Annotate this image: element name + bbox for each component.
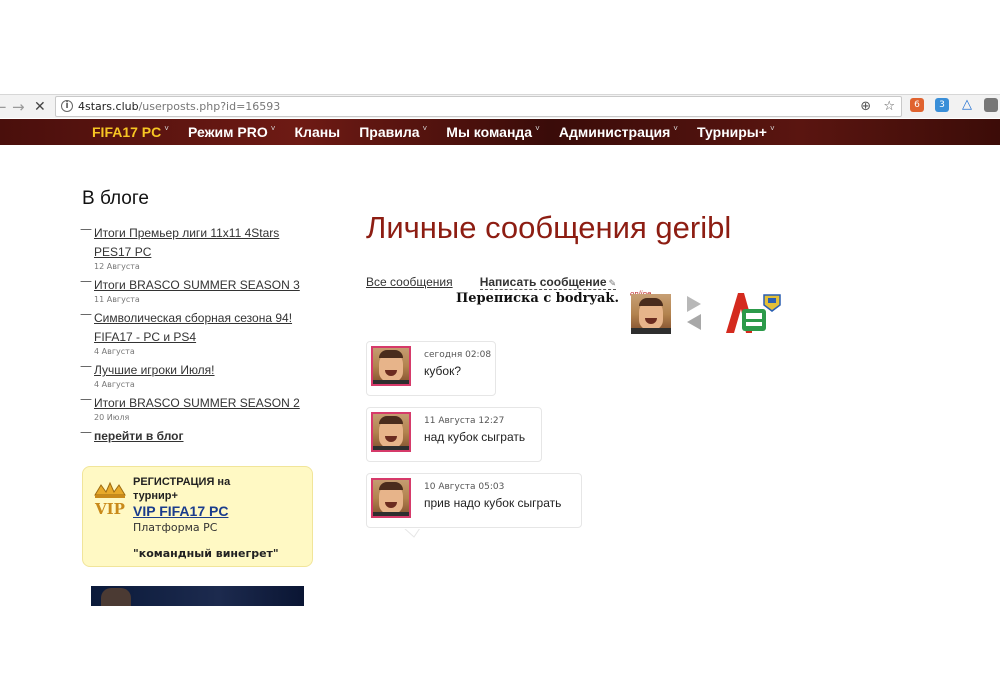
list-item: — Итоги BRASCO SUMMER SEASON 2 20 Июля — [80, 392, 300, 422]
chevron-down-icon: ˅ — [673, 124, 678, 133]
bubble-tail — [404, 528, 420, 538]
blog-list: — Итоги Премьер лиги 11x11 4Stars PES17 … — [80, 222, 300, 446]
avatar[interactable] — [371, 346, 411, 386]
message-date: сегодня 02:08 — [424, 350, 492, 360]
avatar[interactable] — [631, 294, 671, 334]
menu-item-tournaments[interactable]: Турниры+ ˅ — [697, 124, 775, 140]
extension-icon-1[interactable]: 6 — [910, 98, 924, 112]
blog-post-date: 4 Августа — [94, 380, 135, 389]
blog-post-link[interactable]: Символическая сборная сезона 94! FIFA17 … — [94, 311, 292, 344]
club-logo[interactable] — [722, 291, 784, 335]
list-item: — Символическая сборная сезона 94! FIFA1… — [80, 307, 300, 357]
vip-tournament-link[interactable]: VIP FIFA17 PC — [133, 503, 228, 519]
blog-post-link[interactable]: Лучшие игроки Июля! — [94, 363, 215, 377]
message-text: кубок? — [424, 364, 461, 378]
extension-icon-2[interactable]: 3 — [935, 98, 949, 112]
chevron-down-icon: ˅ — [270, 124, 276, 133]
site-menu: FIFA17 PC ˅ Режим PRO ˅ Кланы Правила ˅ Мы … — [92, 122, 789, 141]
menu-item-fifa17pc[interactable]: FIFA17 PC ˅ — [92, 124, 169, 140]
vip-crown-logo: VIP — [94, 481, 126, 517]
site-nav-bar: FIFA17 PC ˅ Режим PRO ˅ Кланы Правила ˅ Мы … — [0, 119, 1000, 145]
message-bubble: сегодня 02:08 кубок? — [366, 341, 496, 396]
blog-heading: В блоге — [82, 188, 149, 209]
avatar[interactable] — [371, 478, 411, 518]
address-bar[interactable]: i 4stars.club/userposts.php?id=16593 ⊕ ☆ — [55, 96, 902, 117]
blog-post-date: 12 Августа — [94, 262, 140, 271]
message-text: над кубок сыграть — [424, 430, 526, 444]
vip-tagline: "командный винегрет" — [133, 547, 279, 560]
delta-extension-icon[interactable]: △ — [960, 98, 974, 112]
message-date: 10 Августа 05:03 — [424, 482, 505, 492]
extension-icon-4[interactable] — [984, 98, 998, 112]
menu-item-pro-mode[interactable]: Режим PRO ˅ — [188, 124, 275, 140]
blog-more-link[interactable]: перейти в блог — [94, 429, 184, 443]
chevron-down-icon: ˅ — [422, 124, 428, 133]
tab-all-messages[interactable]: Все сообщения — [366, 275, 453, 289]
vip-registration-box: VIP РЕГИСТРАЦИЯ на турнир+ VIP FIFA17 PC… — [82, 466, 313, 567]
menu-item-clans[interactable]: Кланы — [295, 124, 341, 140]
page-title: Личные сообщения geribl — [366, 210, 732, 245]
chevron-down-icon: ˅ — [769, 124, 775, 133]
blog-post-link[interactable]: Итоги BRASCO SUMMER SEASON 3 — [94, 278, 300, 292]
list-item: — Итоги Премьер лиги 11x11 4Stars PES17 … — [80, 222, 300, 272]
correspondence-title: Переписка с bodryak. — [456, 291, 619, 306]
tab-write-message[interactable]: Написать сообщение ✎ — [479, 275, 617, 290]
info-icon[interactable]: i — [61, 100, 73, 112]
svg-text:VIP: VIP — [94, 500, 125, 517]
menu-item-team[interactable]: Мы команда ˅ — [446, 124, 539, 140]
message-bubble: 11 Августа 12:27 над кубок сыграть — [366, 407, 542, 462]
exchange-arrows-icon — [685, 296, 707, 330]
chevron-down-icon: ˅ — [164, 124, 169, 133]
blog-post-link[interactable]: Итоги Премьер лиги 11x11 4Stars PES17 PC — [94, 226, 279, 259]
menu-item-rules[interactable]: Правила ˅ — [359, 124, 427, 140]
message-date: 11 Августа 12:27 — [424, 416, 505, 426]
blog-post-date: 4 Августа — [94, 347, 135, 356]
blog-post-date: 20 Июля — [94, 413, 130, 422]
bookmark-star-icon[interactable]: ☆ — [883, 99, 895, 114]
avatar[interactable] — [371, 412, 411, 452]
vip-registration-text: РЕГИСТРАЦИЯ на турнир+ — [133, 476, 231, 502]
zoom-icon[interactable]: ⊕ — [860, 99, 871, 114]
vip-platform: Платформа PC — [133, 521, 218, 534]
back-icon[interactable]: ← — [0, 98, 7, 116]
message-bubble: 10 Августа 05:03 прив надо кубок сыграть — [366, 473, 582, 528]
list-item: — перейти в блог — [80, 425, 184, 443]
blog-post-link[interactable]: Итоги BRASCO SUMMER SEASON 2 — [94, 396, 300, 410]
sidebar-banner-image[interactable] — [91, 586, 304, 606]
message-text: прив надо кубок сыграть — [424, 496, 562, 510]
menu-item-admin[interactable]: Администрация ˅ — [559, 124, 678, 140]
url-text[interactable]: 4stars.club/userposts.php?id=16593 — [78, 100, 280, 113]
list-item: — Лучшие игроки Июля! 4 Августа — [80, 359, 300, 390]
forward-icon[interactable]: → — [12, 98, 25, 116]
pencil-icon: ✎ — [608, 278, 617, 288]
browser-toolbar: ← → ✕ i 4stars.club/userposts.php?id=165… — [0, 94, 1000, 118]
blog-post-date: 11 Августа — [94, 295, 140, 304]
list-item: — Итоги BRASCO SUMMER SEASON 3 11 Август… — [80, 274, 300, 304]
stop-icon[interactable]: ✕ — [34, 98, 46, 116]
chevron-down-icon: ˅ — [535, 124, 540, 133]
message-tabs: Все сообщения Написать сообщение ✎ — [366, 271, 617, 290]
